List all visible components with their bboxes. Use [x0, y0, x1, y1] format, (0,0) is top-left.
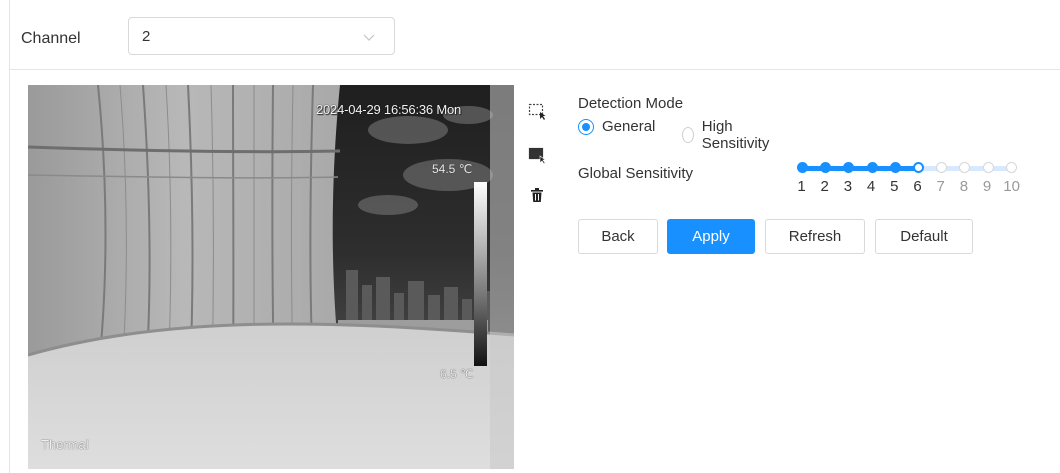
draw-area-icon[interactable] [527, 101, 547, 121]
chevron-down-icon [363, 34, 375, 41]
slider-segment [923, 166, 938, 171]
apply-button[interactable]: Apply [667, 219, 755, 254]
radio-general[interactable]: General [578, 118, 655, 135]
slider-knob-3[interactable] [843, 162, 855, 173]
back-button[interactable]: Back [578, 219, 658, 254]
slider-segment [899, 166, 914, 171]
slider-tick-label: 5 [890, 178, 899, 195]
thermal-scene [28, 85, 514, 469]
slider-tick-label: 2 [820, 178, 829, 195]
osd-datetime: 2024-04-29 16:56:36 Mon [316, 102, 462, 117]
slider-tick-label: 10 [1003, 178, 1020, 195]
radio-high-sensitivity-dot [682, 127, 694, 143]
osd-max-temp: 54.5 ℃ [432, 162, 473, 176]
slider-segment [807, 166, 822, 171]
slider-knob-5[interactable] [889, 162, 901, 173]
global-sensitivity-ticks: 1 2 3 4 5 6 7 8 9 10 [796, 178, 1020, 198]
slider-tick-label: 8 [959, 178, 969, 195]
slider-knob-9[interactable] [982, 162, 994, 173]
slider-tick-label: 4 [866, 178, 876, 195]
slider-segment [946, 166, 961, 171]
global-sensitivity-slider[interactable] [797, 162, 1017, 176]
channel-select[interactable]: 2 [128, 17, 395, 55]
thermal-video-view[interactable] [28, 85, 514, 469]
slider-tick-label: 3 [843, 178, 853, 195]
delete-icon[interactable] [527, 185, 547, 205]
global-sensitivity-label: Global Sensitivity [578, 165, 694, 182]
slider-tick-label: 9 [982, 178, 992, 195]
video-toolbar [520, 85, 554, 469]
slider-segment [853, 166, 868, 171]
slider-tick-label: 7 [936, 178, 945, 195]
slider-knob-8[interactable] [959, 162, 971, 173]
slider-knob-4[interactable] [866, 162, 878, 173]
slider-knob-1[interactable] [797, 162, 808, 173]
channel-select-value: 2 [142, 28, 151, 45]
radio-general-label: General [602, 118, 656, 135]
osd-min-temp: 6.5 ℃ [440, 367, 474, 381]
temperature-colorbar [474, 182, 487, 366]
detection-mode-label: Detection Mode [578, 95, 684, 112]
slider-segment [830, 166, 845, 171]
channel-label: Channel [21, 30, 81, 47]
slider-knob-10[interactable] [1005, 162, 1017, 173]
radio-high-sensitivity[interactable]: High Sensitivity [682, 118, 774, 152]
osd-camera-label: Thermal [41, 437, 89, 452]
select-area-icon[interactable] [527, 145, 547, 165]
slider-tick-label: 1 [797, 178, 806, 195]
slider-knob-2[interactable] [820, 162, 832, 173]
slider-segment [969, 166, 984, 171]
divider [10, 69, 1060, 70]
default-button[interactable]: Default [875, 219, 973, 254]
refresh-button[interactable]: Refresh [765, 219, 865, 254]
radio-high-sensitivity-label: High Sensitivity [701, 118, 770, 152]
slider-segment [876, 166, 891, 171]
slider-knob-6[interactable] [913, 162, 924, 173]
radio-general-dot [578, 118, 594, 135]
slider-segment [992, 166, 1007, 171]
slider-tick-label: 6 [913, 178, 922, 195]
slider-knob-7[interactable] [936, 162, 948, 173]
